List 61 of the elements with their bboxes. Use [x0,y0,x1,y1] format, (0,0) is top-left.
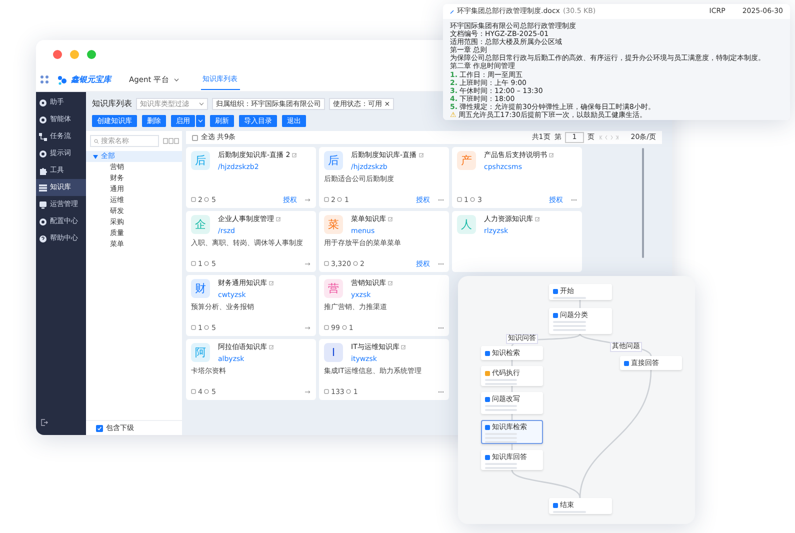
node-icon [624,360,629,366]
arrow-icon[interactable] [305,198,311,202]
avatar-letter: 产 [461,154,472,168]
caret-icon [199,102,204,106]
edit-icon[interactable] [535,216,540,222]
apps-icon[interactable] [40,75,49,84]
more-icon[interactable] [438,390,444,393]
tree-tools-icon[interactable] [163,138,179,144]
edit-icon[interactable] [269,280,274,286]
search-icon [94,138,99,144]
stack-icon [39,184,47,192]
arrow-icon[interactable] [305,390,311,394]
monitor-icon [39,200,47,208]
caret-icon [198,119,203,123]
node-icon [485,370,490,376]
node-icon [553,288,558,294]
page-title: 知识库列表 [92,99,132,109]
edit-icon[interactable] [388,216,393,222]
more-icon[interactable] [438,198,444,201]
logout-icon[interactable] [41,419,48,426]
arrow-icon[interactable] [305,262,311,266]
logo-text: 鑫银元宝库 [71,74,111,84]
node-icon [485,396,490,402]
edit-icon[interactable] [269,344,274,350]
avatar-letter: I [332,346,336,360]
node-icon [553,502,558,508]
help-icon [39,234,47,242]
edit-icon[interactable] [292,152,298,158]
arrow-icon[interactable] [305,326,311,330]
avatar-letter: 阿 [195,346,206,360]
pager-arrows-icon[interactable] [598,134,619,140]
caret-icon [174,78,179,82]
more-icon[interactable] [438,262,444,265]
minimize-button[interactable] [70,50,79,58]
more-icon[interactable] [571,198,577,201]
maximize-button[interactable] [87,50,96,58]
logo-icon [57,74,67,84]
puzzle-icon [39,166,47,174]
expand-icon[interactable] [93,154,98,158]
avatar-letter: 后 [195,154,206,168]
node-icon [485,424,490,430]
avatar-letter: 人 [461,218,472,232]
node-icon [485,454,490,460]
scrollbar[interactable] [642,148,644,258]
close-button[interactable] [53,50,62,58]
avatar-letter: 后 [328,154,339,168]
node-icon [485,350,490,356]
avatar-letter: 菜 [328,218,339,232]
edit-icon[interactable] [401,344,406,350]
edit-icon[interactable] [549,152,554,158]
node-icon [553,312,558,318]
more-icon[interactable] [438,326,444,329]
edit-icon[interactable] [276,216,281,222]
avatar-letter: 营 [328,282,339,296]
checkbox[interactable] [192,134,198,140]
edit-icon[interactable] [418,152,424,158]
edit-icon[interactable] [388,280,393,286]
avatar-letter: 财 [195,282,206,296]
flow-icon [39,132,47,140]
dropdown-button[interactable] [196,115,205,127]
avatar-letter: 企 [195,218,206,232]
